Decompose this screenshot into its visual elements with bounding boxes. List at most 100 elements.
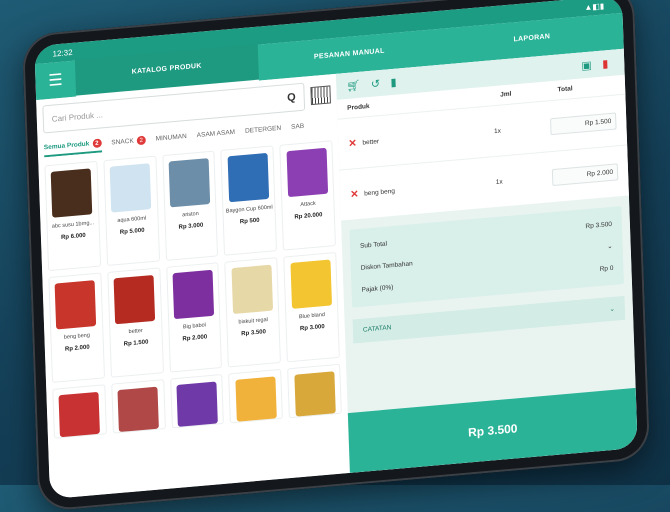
product-card[interactable]: biskuit regal Rp 3.500 [224,257,282,368]
category-detergen[interactable]: DETERGEN [245,123,282,140]
product-name: Blue bland [298,312,326,321]
remove-item-icon[interactable]: ✕ [350,188,364,201]
product-card[interactable] [228,368,284,424]
product-price: Rp 3.500 [241,329,267,338]
product-image [176,381,218,427]
notes-label: CATATAN [362,324,392,334]
product-image [293,371,336,417]
search-icon[interactable]: Q [287,91,296,104]
status-icons: ▲◧▮ [584,0,605,12]
tax-value: Rp 0 [599,264,614,273]
product-price: Rp 3.000 [178,222,204,231]
product-name: aqua 600ml [117,215,147,225]
product-card[interactable]: Blue bland Rp 3.000 [283,251,340,363]
product-image [227,152,269,203]
category-badge: 2 [136,135,146,146]
item-name: better [362,137,380,147]
product-price: Rp 5.000 [119,227,145,236]
subtotal-value: Rp 3.500 [585,220,612,230]
order-summary: Sub Total Rp 3.500 Diskon Tambahan ⌄ Paj… [349,206,624,308]
product-image [286,147,328,198]
barcode-icon[interactable] [310,85,331,106]
product-name: better [128,327,143,336]
item-qty[interactable]: 1x [494,123,551,135]
product-card[interactable]: better Rp 1.500 [107,267,164,378]
product-card[interactable]: Baygon Cup 600ml Rp 500 [220,145,278,256]
search-placeholder: Cari Produk ... [51,109,104,124]
category-label: Semua Produk [43,140,90,152]
product-image [172,269,215,320]
product-price: Rp 2.000 [182,334,208,343]
product-image [51,168,93,218]
item-qty[interactable]: 1x [496,174,553,186]
chevron-down-icon: ⌄ [609,305,615,314]
undo-icon[interactable]: ↺ [371,78,381,91]
category-minuman[interactable]: MINUMAN [156,131,188,148]
product-price: Rp 6.000 [60,232,86,241]
product-image [54,280,97,330]
order-panel: 🛒︎ ↺ ▮ ▣ ▮ Produk Jml Total ✕ better 1x … [335,48,638,473]
product-card[interactable]: aqua 600ml Rp 5.000 [103,155,160,267]
category-label: MINUMAN [155,132,187,143]
product-image [290,259,332,309]
category-label: SNACK [111,137,134,147]
product-name: beng beng [63,332,90,341]
category-snack[interactable]: SNACK 2 [111,135,146,152]
app-screen: 12:32 ▲◧▮ ☰ KATALOG PRODUK PESANAN MANUA… [34,0,638,500]
delete-icon[interactable]: ▮ [390,77,396,89]
item-name: beng beng [364,187,396,197]
cart-icon[interactable]: 🛒︎ [346,80,360,93]
product-image [117,386,160,433]
product-price: Rp 3.000 [299,324,325,333]
discount-label: Diskon Tambahan [360,259,413,272]
tax-label: Pajak (0%) [361,283,394,294]
product-name: abc susu 1brng... [51,220,95,230]
item-price[interactable]: Rp 1.500 [550,111,617,135]
product-card[interactable]: beng beng Rp 2.000 [48,272,105,383]
product-card[interactable]: Big babol Rp 2.000 [165,262,223,373]
product-card[interactable]: Attack Rp 20.000 [279,140,336,251]
product-image [113,274,156,325]
category-sab[interactable]: SAB [291,121,304,136]
subtotal-label: Sub Total [359,240,388,250]
product-card[interactable] [52,384,107,439]
header-total: Total [557,85,573,94]
chevron-down-icon: ⌄ [607,242,613,251]
product-price: Rp 20.000 [294,212,323,221]
category-asam-asam[interactable]: ASAM ASAM [197,127,236,144]
product-name: ariston [182,210,199,219]
header-qty: Jml [500,90,512,99]
product-image [235,376,277,422]
category-semua-produk[interactable]: Semua Produk 2 [43,138,102,158]
product-card[interactable]: ariston Rp 3.000 [161,150,219,261]
product-image [58,391,101,438]
status-time: 12:32 [52,47,73,59]
product-price: Rp 2.000 [64,344,90,353]
save-icon[interactable]: ▣ [581,60,592,73]
category-label: DETERGEN [244,124,282,135]
product-price: Rp 500 [239,217,260,226]
product-image [109,163,152,213]
product-card[interactable] [169,373,225,429]
catalog-panel: Cari Produk ... Q Semua Produk 2 SNACK 2… [36,73,350,500]
product-card[interactable] [287,363,342,419]
category-label: ASAM ASAM [196,128,236,140]
tablet-frame: 12:32 ▲◧▮ ☰ KATALOG PRODUK PESANAN MANUA… [21,0,651,512]
product-name: Attack [300,200,316,209]
remove-item-icon[interactable]: ✕ [348,137,362,150]
product-card[interactable] [111,379,166,434]
pay-button[interactable]: Rp 3.500 [347,387,638,473]
product-grid: abc susu 1brng... Rp 6.000 aqua 600ml Rp 5.… [44,140,342,439]
product-card[interactable]: abc susu 1brng... Rp 6.000 [44,160,101,272]
product-name: biskuit regal [238,316,268,326]
product-image [168,158,211,208]
menu-icon[interactable]: ☰ [35,69,76,92]
trash-icon[interactable]: ▮ [602,58,608,70]
product-price: Rp 1.500 [123,339,149,348]
item-price[interactable]: Rp 2.000 [551,162,619,186]
product-image [231,264,273,315]
category-label: SAB [290,122,305,131]
category-badge: 2 [92,138,102,149]
product-name: Big babol [182,322,206,331]
product-name: Baygon Cup 600ml [225,204,273,215]
